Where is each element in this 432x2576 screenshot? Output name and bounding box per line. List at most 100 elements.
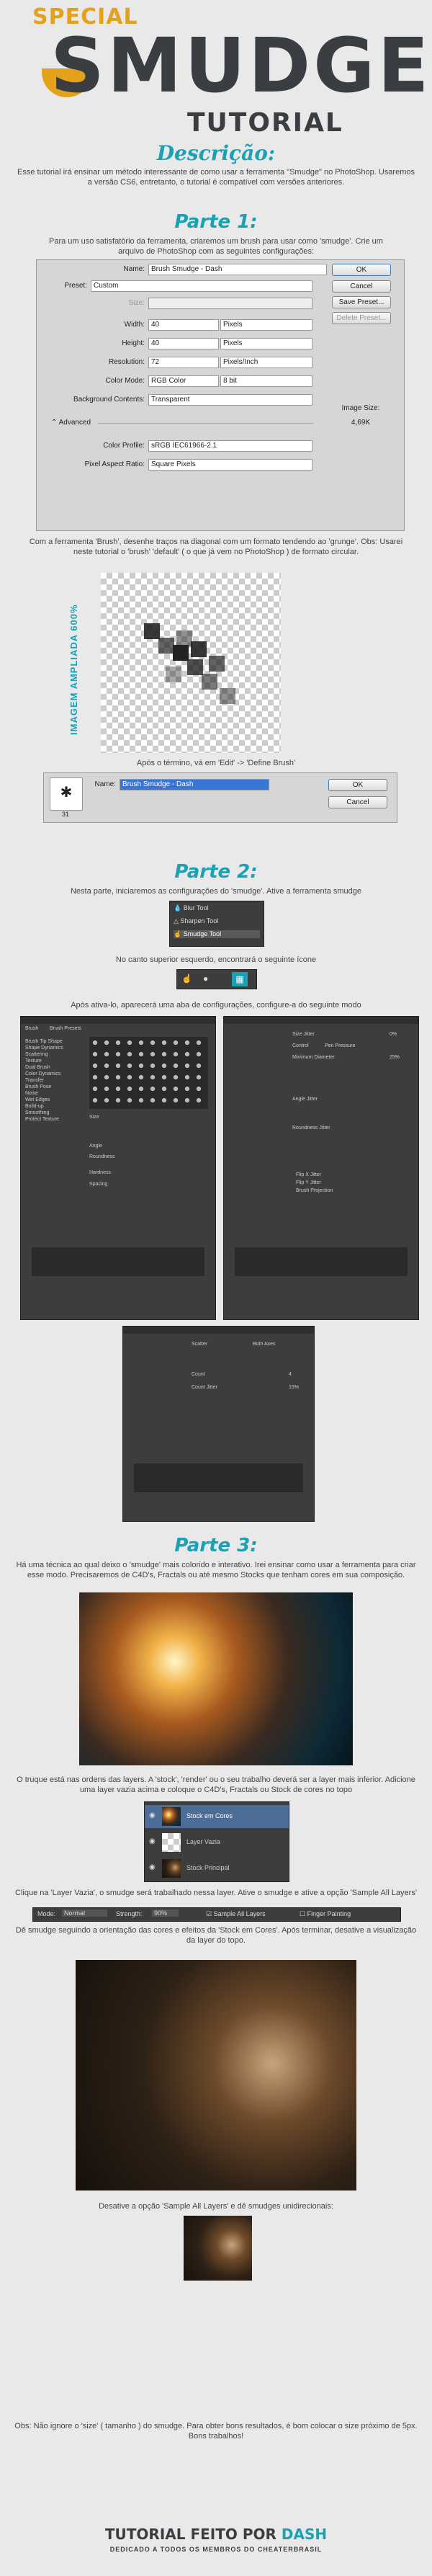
footer-subtitle: DEDICADO A TODOS OS MEMBROS DO CHEATERBR… bbox=[109, 2546, 323, 2553]
mode-label: Mode: bbox=[37, 1910, 56, 1917]
finger-painting-checkbox[interactable]: ☐ Finger Painting bbox=[300, 1910, 351, 1918]
angle-jitter-label: Angle Jitter bbox=[292, 1097, 318, 1102]
zoom-label: IMAGEM AMPLIADA 600% bbox=[68, 604, 79, 735]
item-wet-edges[interactable]: Wet Edges bbox=[25, 1097, 83, 1103]
width-unit-select[interactable]: Pixels bbox=[220, 319, 312, 331]
parte3-text6: Obs: Não ignore o 'size' ( tamanho ) do … bbox=[14, 2422, 418, 2441]
eye-icon[interactable]: ◉ bbox=[149, 1863, 156, 1871]
item-brush-tip-shape[interactable]: Brush Tip Shape bbox=[25, 1038, 83, 1045]
parte1-intro: Para um uso satisfatório da ferramenta, … bbox=[49, 237, 383, 256]
footer-title-name: DASH bbox=[281, 2526, 328, 2543]
tool-sharpen-label: Sharpen Tool bbox=[180, 917, 219, 924]
layer-name: Layer Vazia bbox=[186, 1838, 220, 1845]
delete-preset-button[interactable]: Delete Preset... bbox=[332, 312, 391, 324]
hardness-field-label: Hardness bbox=[89, 1170, 111, 1175]
layer-row-stock-cores[interactable]: ◉ Stock em Cores bbox=[145, 1805, 289, 1828]
control-value[interactable]: Pen Pressure bbox=[325, 1043, 355, 1049]
image-size-value: 4,69K bbox=[351, 419, 371, 427]
brush-panel-tip-shape: Brush Brush Presets Brush Tip Shape Shap… bbox=[20, 1016, 216, 1320]
resolution-label: Resolution: bbox=[108, 358, 145, 366]
advanced-toggle[interactable]: ⌃ Advanced bbox=[51, 419, 91, 427]
item-build-up[interactable]: Build-up bbox=[25, 1103, 83, 1110]
width-input[interactable]: 40 bbox=[148, 319, 219, 331]
size-label: Size: bbox=[128, 299, 145, 307]
item-noise[interactable]: Noise bbox=[25, 1090, 83, 1097]
parte2-text1: Nesta parte, iniciaremos as configuraçõe… bbox=[70, 887, 362, 896]
item-texture[interactable]: Texture bbox=[25, 1058, 83, 1064]
item-protect-texture[interactable]: Protect Texture bbox=[25, 1116, 83, 1123]
height-input[interactable]: 40 bbox=[148, 338, 219, 349]
image-size-label: Image Size: bbox=[341, 404, 380, 412]
advanced-label: Advanced bbox=[58, 419, 91, 427]
item-smoothing[interactable]: Smoothing bbox=[25, 1110, 83, 1116]
roundness-field-label: Roundness bbox=[89, 1154, 115, 1159]
preset-select[interactable]: Custom bbox=[91, 280, 312, 292]
mode-select[interactable]: Normal bbox=[62, 1909, 107, 1917]
layer-name: Stock Principal bbox=[186, 1864, 230, 1871]
count-label: Count bbox=[192, 1372, 205, 1377]
brush-preset-icon[interactable]: ● bbox=[203, 973, 208, 984]
eye-icon[interactable]: ◉ bbox=[149, 1837, 156, 1845]
strength-value[interactable]: 90% bbox=[152, 1909, 179, 1917]
cancel-button[interactable]: Cancel bbox=[332, 280, 391, 293]
save-preset-button[interactable]: Save Preset... bbox=[332, 296, 391, 308]
panel-tab-presets[interactable]: Brush Presets bbox=[50, 1025, 81, 1032]
resolution-unit-select[interactable]: Pixels/Inch bbox=[220, 357, 312, 368]
parte2-heading: Parte 2: bbox=[174, 861, 258, 883]
parte3-text1: Há uma técnica ao qual deixo o 'smudge' … bbox=[16, 1561, 416, 1579]
smudge-tool-icon[interactable]: ☝ bbox=[181, 973, 192, 984]
item-dual-brush[interactable]: Dual Brush bbox=[25, 1064, 83, 1071]
scatter-value: Both Axes bbox=[253, 1342, 276, 1347]
footer-title-prefix: TUTORIAL FEITO POR bbox=[104, 2526, 276, 2543]
height-unit-select[interactable]: Pixels bbox=[220, 338, 312, 349]
brush-panel-toggle-icon[interactable]: ▦ bbox=[232, 972, 248, 986]
layers-panel: ◉ Stock em Cores ◉ Layer Vazia ◉ Stock P… bbox=[144, 1801, 289, 1882]
colormode-select[interactable]: RGB Color bbox=[148, 375, 219, 387]
name-input[interactable]: Brush Smudge - Dash bbox=[148, 264, 327, 275]
tool-smudge[interactable]: ☝ Smudge Tool bbox=[174, 930, 260, 938]
profile-label: Color Profile: bbox=[103, 442, 145, 450]
item-scattering[interactable]: Scattering bbox=[25, 1051, 83, 1058]
bits-select[interactable]: 8 bit bbox=[220, 375, 312, 387]
layer-row-vazia[interactable]: ◉ Layer Vazia bbox=[145, 1831, 289, 1854]
parte2-text3: Após ativa-lo, aparecerá uma aba de conf… bbox=[71, 1001, 361, 1010]
parte3-text4: Dê smudge seguindo a orientação das core… bbox=[15, 1926, 417, 1945]
final-result-image bbox=[184, 2216, 252, 2281]
divider bbox=[98, 423, 314, 424]
profile-select[interactable]: sRGB IEC61966-2.1 bbox=[148, 440, 312, 452]
panel-tab-brush[interactable]: Brush bbox=[25, 1025, 38, 1032]
tool-blur[interactable]: 💧 Blur Tool bbox=[174, 904, 260, 912]
grunge-stroke-icon bbox=[144, 623, 235, 704]
aspect-select[interactable]: Square Pixels bbox=[148, 459, 312, 471]
brush-cancel-button[interactable]: Cancel bbox=[328, 796, 387, 808]
eye-icon[interactable]: ◉ bbox=[149, 1811, 156, 1819]
size-select[interactable] bbox=[148, 298, 312, 309]
brush-stroke-preview bbox=[235, 1247, 408, 1276]
layer-thumbnail bbox=[162, 1833, 181, 1852]
tool-sharpen[interactable]: △ Sharpen Tool bbox=[174, 917, 260, 925]
tool-blur-label: Blur Tool bbox=[183, 904, 209, 912]
layer-row-principal[interactable]: ◉ Stock Principal bbox=[145, 1857, 289, 1880]
item-color-dynamics[interactable]: Color Dynamics bbox=[25, 1071, 83, 1077]
panel-header bbox=[224, 1017, 418, 1024]
brush-ok-button[interactable]: OK bbox=[328, 779, 387, 791]
parte1-text2: Com a ferramenta 'Brush', desenhe traços… bbox=[29, 538, 403, 556]
bg-contents-select[interactable]: Transparent bbox=[148, 394, 312, 406]
finger-painting-label: Finger Painting bbox=[307, 1910, 351, 1917]
resolution-input[interactable]: 72 bbox=[148, 357, 219, 368]
ok-button[interactable]: OK bbox=[332, 264, 391, 276]
footer-title: TUTORIAL FEITO POR DASH bbox=[0, 2526, 432, 2543]
bg-contents-label: Background Contents: bbox=[73, 396, 145, 404]
parte3-text5: Desative a opção 'Sample All Layers' e d… bbox=[99, 2202, 333, 2211]
smudge-options-bar: Mode: Normal Strength: 90% ☑ Sample All … bbox=[32, 1907, 401, 1922]
control-label: Control bbox=[292, 1043, 309, 1048]
size-jitter-label: Size Jitter bbox=[292, 1032, 315, 1037]
brush-name-input[interactable]: Brush Smudge - Dash bbox=[120, 779, 269, 790]
item-transfer[interactable]: Transfer bbox=[25, 1077, 83, 1084]
scatter-label: Scatter bbox=[192, 1342, 208, 1347]
parte1-text3: Após o término, vá em 'Edit' -> 'Define … bbox=[136, 759, 296, 767]
brush-tip-grid[interactable] bbox=[89, 1037, 208, 1109]
item-brush-pose[interactable]: Brush Pose bbox=[25, 1084, 83, 1090]
sample-all-checkbox[interactable]: ☑ Sample All Layers bbox=[206, 1910, 266, 1918]
item-shape-dynamics[interactable]: Shape Dynamics bbox=[25, 1045, 83, 1051]
